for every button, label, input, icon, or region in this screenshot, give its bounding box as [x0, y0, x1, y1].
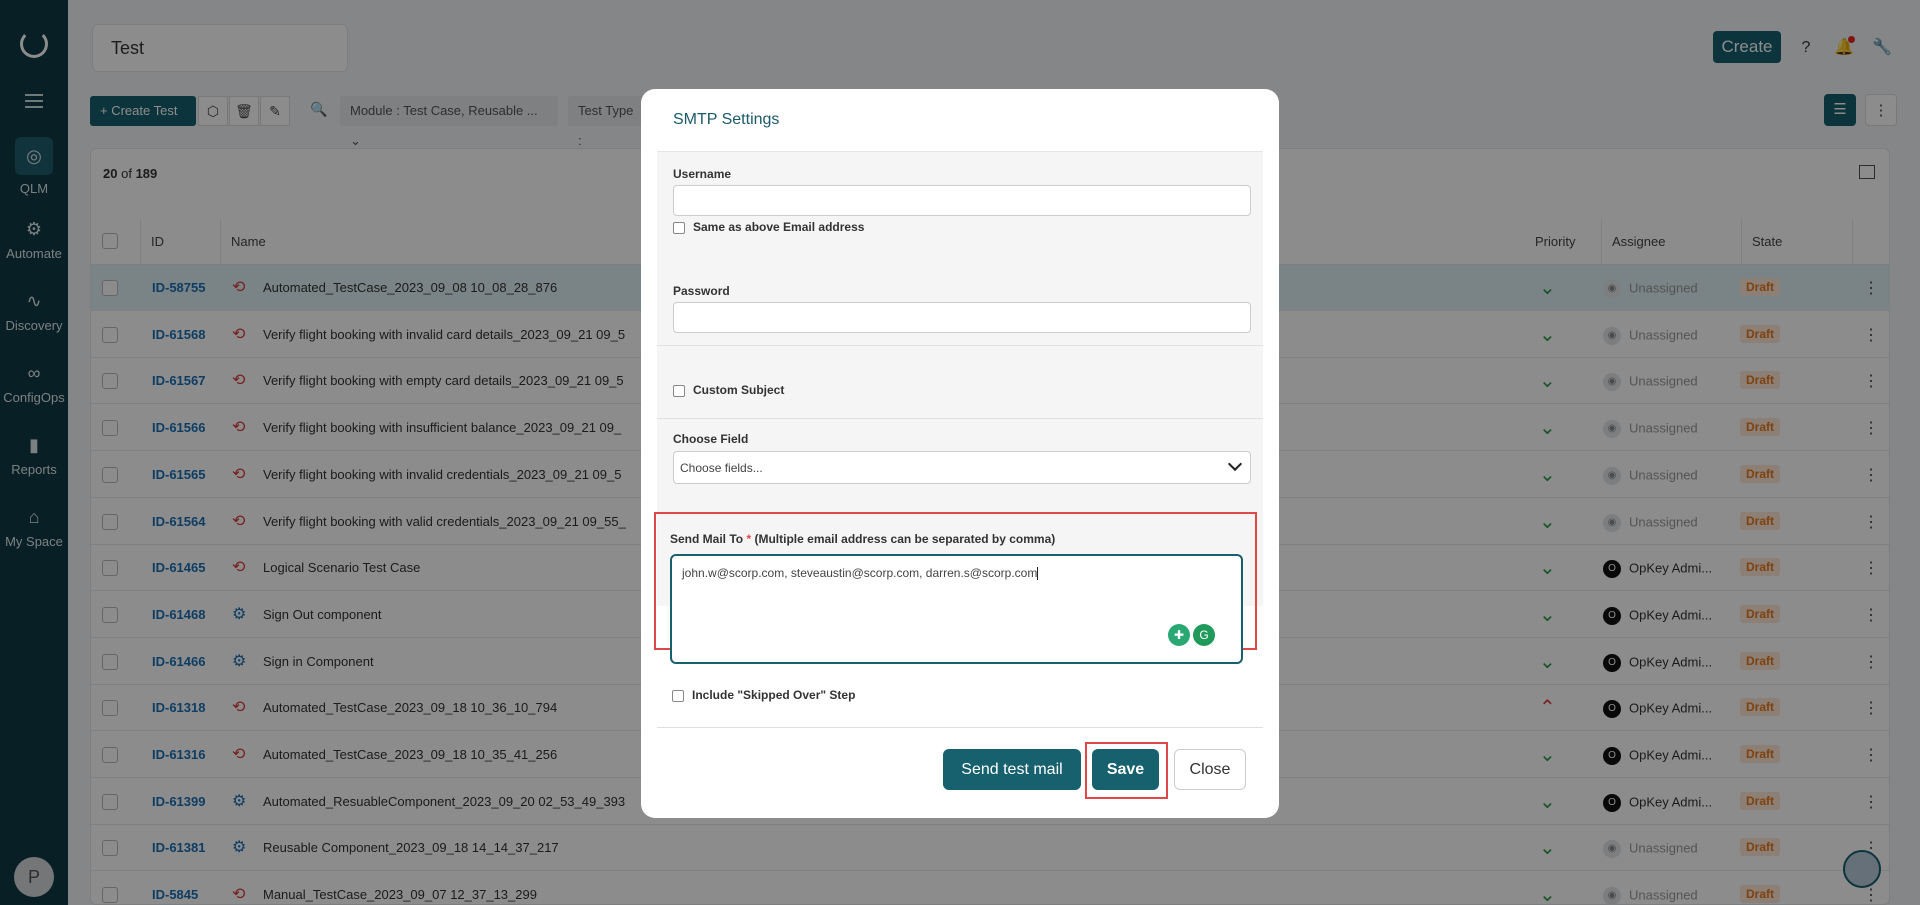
send-mail-to-textarea[interactable]: john.w@scorp.com, steveaustin@scorp.com,…: [670, 554, 1243, 664]
save-button[interactable]: Save: [1092, 749, 1159, 790]
smtp-settings-dialog: SMTP Settings Username Same as above Ema…: [641, 89, 1279, 818]
username-field[interactable]: [673, 185, 1251, 216]
divider: [657, 418, 1263, 419]
send-mail-to-highlight: Send Mail To * (Multiple email address c…: [654, 512, 1257, 664]
lightbulb-icon[interactable]: ✚: [1168, 624, 1190, 646]
required-asterisk: *: [746, 532, 752, 546]
choose-field-select[interactable]: Choose fields...: [673, 451, 1251, 484]
skipped-over-label: Include "Skipped Over" Step: [692, 688, 856, 702]
text-caret: [1037, 567, 1039, 581]
choose-field-label: Choose Field: [673, 432, 749, 446]
password-label: Password: [673, 284, 730, 298]
send-mail-to-value: john.w@scorp.com, steveaustin@scorp.com,…: [682, 566, 1038, 580]
custom-subject-checkbox[interactable]: [673, 384, 685, 397]
close-button[interactable]: Close: [1174, 749, 1246, 790]
send-mail-to-hint: (Multiple email address can be separated…: [754, 532, 1056, 546]
skipped-over-checkbox[interactable]: [672, 689, 684, 702]
same-as-above-checkbox[interactable]: [673, 221, 685, 234]
password-field[interactable]: [673, 302, 1251, 333]
chevron-down-icon: [1227, 456, 1243, 472]
grammar-icon[interactable]: G: [1193, 624, 1215, 646]
send-mail-to-title: Send Mail To: [670, 532, 744, 546]
username-label: Username: [673, 167, 732, 181]
custom-subject-label: Custom Subject: [693, 383, 785, 397]
divider: [657, 727, 1263, 728]
same-as-above-row[interactable]: Same as above Email address: [673, 220, 864, 234]
custom-subject-row[interactable]: Custom Subject: [673, 383, 784, 397]
choose-field-placeholder: Choose fields...: [680, 461, 763, 475]
same-as-above-label: Same as above Email address: [693, 220, 865, 234]
send-mail-to-label: Send Mail To * (Multiple email address c…: [670, 532, 1055, 546]
divider: [657, 345, 1263, 346]
dialog-title: SMTP Settings: [673, 111, 780, 128]
send-test-mail-button[interactable]: Send test mail: [943, 749, 1081, 790]
skipped-over-row[interactable]: Include "Skipped Over" Step: [672, 688, 855, 702]
